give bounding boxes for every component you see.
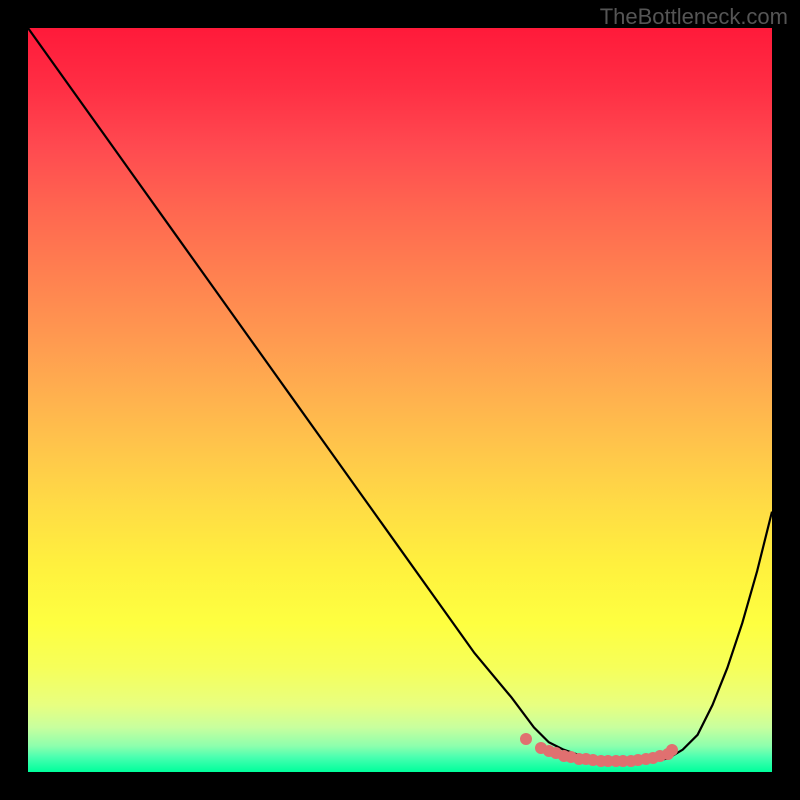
chart-plot-area <box>28 28 772 772</box>
watermark-text: TheBottleneck.com <box>600 4 788 30</box>
chart-optimal-dots <box>28 28 772 772</box>
optimal-dot <box>520 733 532 745</box>
optimal-dot <box>666 744 678 756</box>
